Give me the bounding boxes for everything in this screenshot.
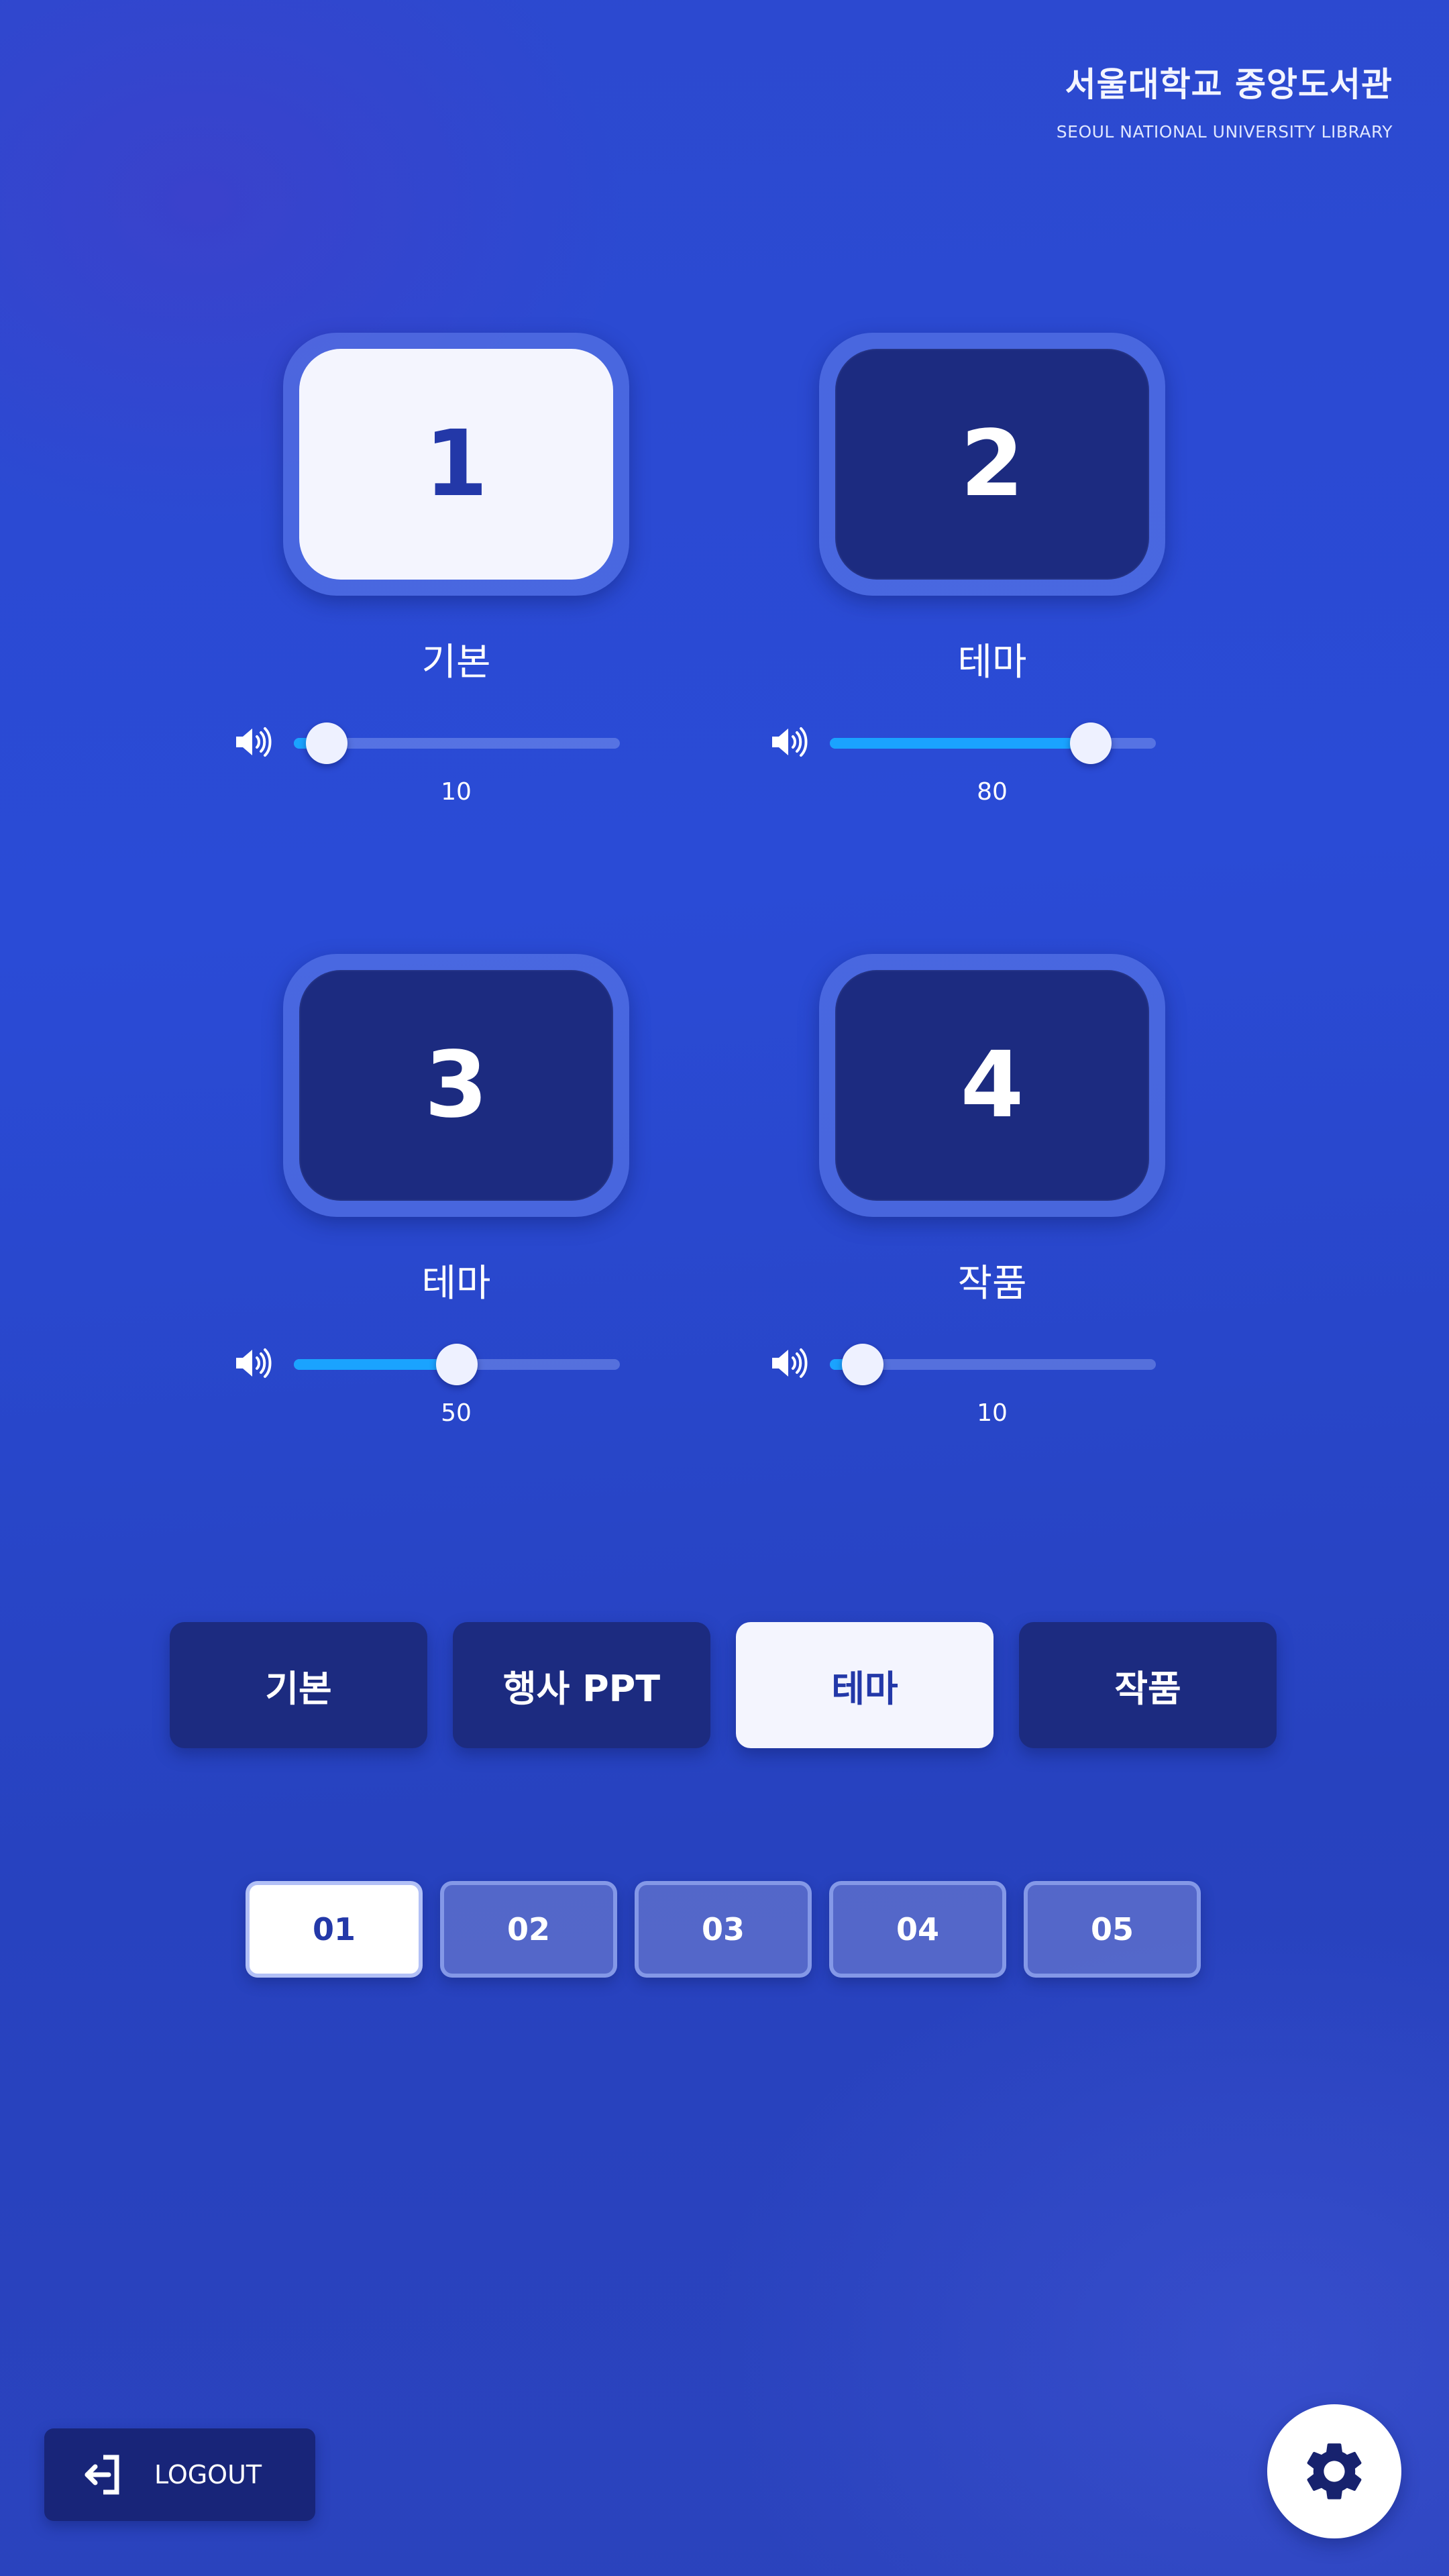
display-4-button[interactable]: 4 <box>835 970 1149 1201</box>
volume-slider-knob[interactable] <box>841 1344 883 1385</box>
gear-icon <box>1307 2443 1362 2500</box>
display-1-volume <box>232 715 688 769</box>
display-1-label: 기본 <box>421 641 491 684</box>
volume-slider-knob[interactable] <box>305 722 347 764</box>
speaker-icon[interactable] <box>768 1343 808 1383</box>
page-button-02[interactable]: 02 <box>440 1881 617 1978</box>
display-1-volume-value: 10 <box>441 778 472 806</box>
display-3-volume-value: 50 <box>441 1399 472 1427</box>
speaker-icon[interactable] <box>232 722 272 762</box>
volume-slider[interactable] <box>830 722 1156 764</box>
page-button-05[interactable]: 05 <box>1024 1881 1201 1978</box>
content-mode-bar: 기본 행사 PPT 테마 작품 <box>170 1622 1277 1748</box>
display-2-volume <box>768 715 1224 769</box>
mode-button-theme[interactable]: 테마 <box>736 1622 994 1748</box>
page-selector: 01 02 03 04 05 <box>246 1881 1201 1978</box>
volume-slider-fill <box>294 1359 457 1370</box>
settings-button[interactable] <box>1267 2404 1401 2538</box>
speaker-icon[interactable] <box>768 722 808 762</box>
page-button-01[interactable]: 01 <box>246 1881 423 1978</box>
logout-label: LOGOUT <box>154 2460 262 2489</box>
display-4-volume-value: 10 <box>977 1399 1008 1427</box>
display-2-volume-value: 80 <box>977 778 1008 806</box>
volume-slider-fill <box>830 738 1091 749</box>
display-3-volume <box>232 1336 688 1390</box>
display-2-button[interactable]: 2 <box>835 349 1149 580</box>
speaker-icon[interactable] <box>232 1343 272 1383</box>
volume-slider[interactable] <box>294 1344 620 1385</box>
header: 서울대학교 중앙도서관 SEOUL NATIONAL UNIVERSITY LI… <box>1057 58 1393 142</box>
logout-icon <box>85 2455 119 2495</box>
page-button-04[interactable]: 04 <box>829 1881 1006 1978</box>
display-2-label: 테마 <box>957 641 1027 684</box>
mode-button-event-ppt[interactable]: 행사 PPT <box>453 1622 710 1748</box>
display-3-label: 테마 <box>421 1262 491 1305</box>
logout-button[interactable]: LOGOUT <box>44 2428 315 2521</box>
volume-slider[interactable] <box>294 722 620 764</box>
library-title-en: SEOUL NATIONAL UNIVERSITY LIBRARY <box>1056 122 1393 142</box>
display-4-label: 작품 <box>957 1262 1027 1305</box>
library-title-ko: 서울대학교 중앙도서관 <box>1065 65 1393 104</box>
volume-slider-knob[interactable] <box>436 1344 478 1385</box>
display-3-button[interactable]: 3 <box>299 970 613 1201</box>
mode-button-basic[interactable]: 기본 <box>170 1622 427 1748</box>
page-button-03[interactable]: 03 <box>635 1881 812 1978</box>
volume-slider-knob[interactable] <box>1069 722 1112 764</box>
volume-slider[interactable] <box>830 1344 1156 1385</box>
display-4-volume <box>768 1336 1224 1390</box>
display-1-button[interactable]: 1 <box>299 349 613 580</box>
mode-button-artwork[interactable]: 작품 <box>1019 1622 1277 1748</box>
